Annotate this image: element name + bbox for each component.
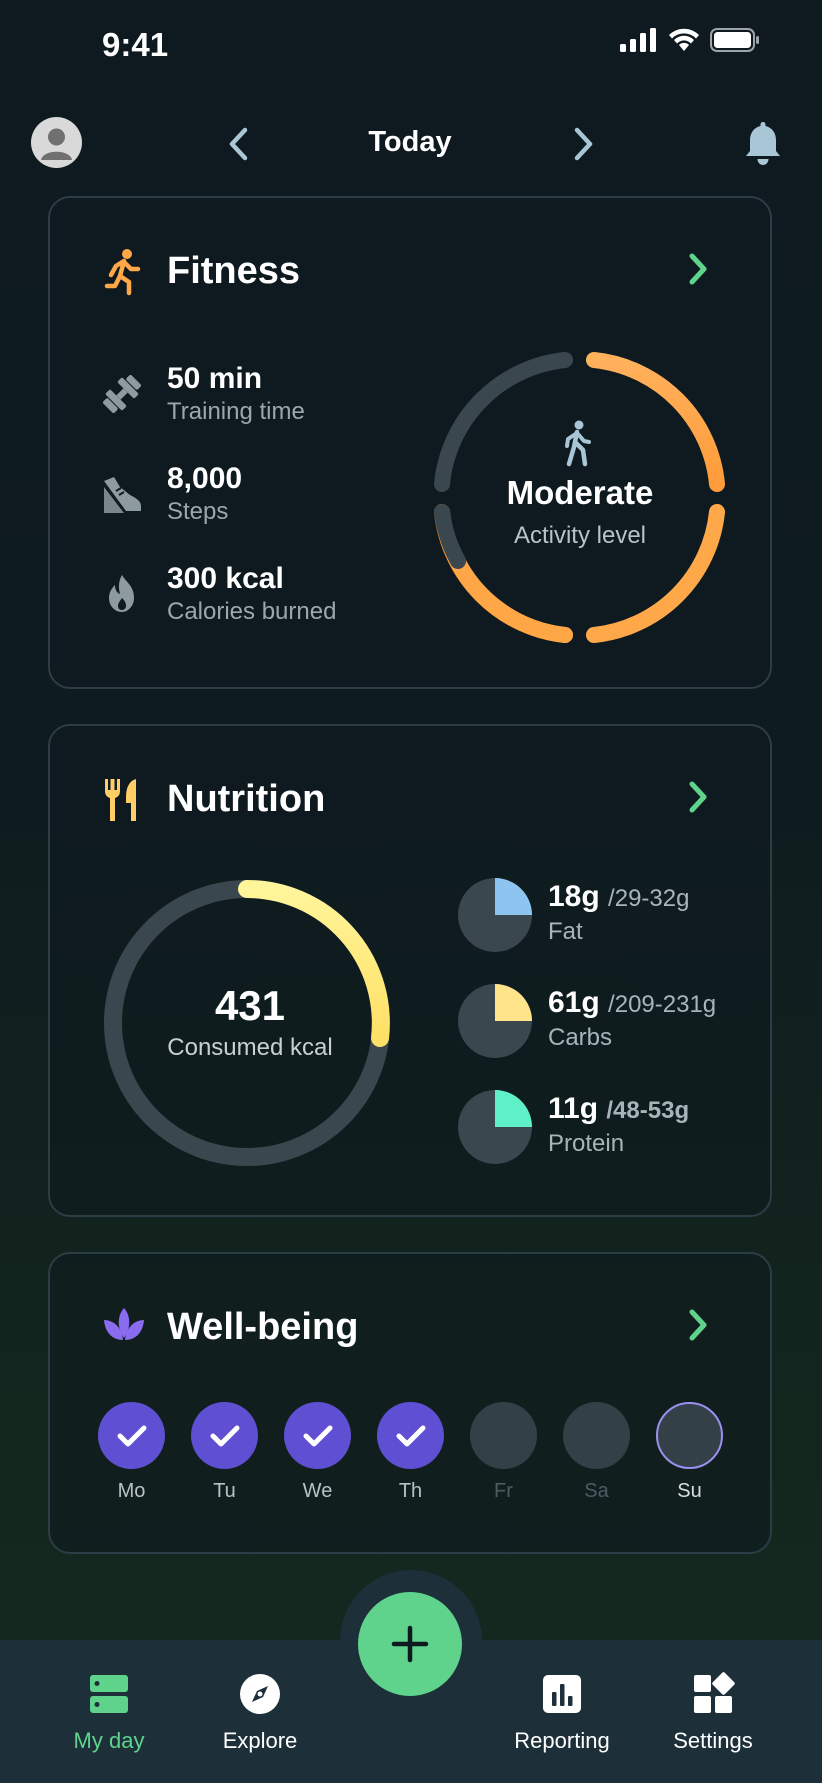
running-icon bbox=[104, 249, 141, 296]
plus-icon bbox=[391, 1625, 429, 1663]
day-fr[interactable] bbox=[470, 1402, 537, 1469]
shoe-icon bbox=[104, 477, 141, 513]
chevron-right-icon[interactable] bbox=[566, 124, 600, 164]
fat-amount: 18g /29-32g bbox=[548, 880, 689, 914]
wellbeing-chevron-icon[interactable] bbox=[682, 1306, 714, 1344]
day-label: We bbox=[302, 1480, 333, 1502]
protein-amount-value: 11g bbox=[548, 1092, 599, 1125]
status-icons bbox=[620, 28, 760, 52]
day-sa[interactable] bbox=[563, 1402, 630, 1469]
fat-label: Fat bbox=[548, 918, 583, 945]
day-label: Fr bbox=[494, 1480, 513, 1502]
lotus-icon bbox=[104, 1308, 144, 1340]
day-th[interactable] bbox=[377, 1402, 444, 1469]
carbs-range: /209-231g bbox=[608, 991, 717, 1018]
bell-icon[interactable] bbox=[740, 119, 786, 167]
nutrition-card[interactable]: Nutrition 431 Consumed kcal 18g /29-32g … bbox=[48, 724, 772, 1217]
tab-reporting[interactable]: Reporting bbox=[492, 1672, 632, 1754]
activity-level-value: Moderate bbox=[506, 474, 654, 511]
dumbbell-icon bbox=[103, 375, 141, 413]
battery-icon bbox=[710, 28, 759, 52]
stat-label: Calories burned bbox=[167, 598, 337, 625]
utensils-icon bbox=[105, 779, 136, 821]
date-title: Today bbox=[368, 126, 452, 158]
carbs-pie-icon bbox=[458, 984, 532, 1058]
protein-range: /48-53g bbox=[606, 1097, 690, 1124]
day-su[interactable] bbox=[656, 1402, 723, 1469]
stat-value: 300 kcal bbox=[167, 562, 284, 595]
fat-amount-value: 18g bbox=[548, 880, 600, 913]
signal-icon bbox=[620, 28, 656, 52]
chevron-left-icon[interactable] bbox=[222, 124, 256, 164]
wifi-icon bbox=[669, 28, 699, 51]
tab-label: Explore bbox=[222, 1728, 298, 1753]
wellbeing-card[interactable]: Well-being Mo Tu We Th Fr Sa Su bbox=[48, 1252, 772, 1554]
tab-explore[interactable]: Explore bbox=[190, 1672, 330, 1754]
avatar[interactable] bbox=[31, 117, 82, 168]
stat-value: 50 min bbox=[167, 362, 263, 395]
tab-my-day[interactable]: My day bbox=[39, 1672, 179, 1754]
carbs-amount-value: 61g bbox=[548, 986, 600, 1019]
consumed-kcal-label: Consumed kcal bbox=[167, 1034, 333, 1061]
check-icon bbox=[210, 1425, 239, 1446]
fitness-chevron-icon[interactable] bbox=[682, 250, 714, 288]
status-time: 9:41 bbox=[102, 26, 169, 63]
nutrition-title: Nutrition bbox=[167, 778, 326, 820]
day-label: Mo bbox=[117, 1480, 146, 1502]
day-label: Sa bbox=[584, 1480, 609, 1502]
carbs-amount: 61g /209-231g bbox=[548, 986, 716, 1020]
user-icon bbox=[41, 128, 72, 160]
day-we[interactable] bbox=[284, 1402, 351, 1469]
tab-label: Reporting bbox=[514, 1728, 610, 1753]
check-icon bbox=[396, 1425, 425, 1446]
protein-pie-icon bbox=[458, 1090, 532, 1164]
tab-settings[interactable]: Settings bbox=[643, 1672, 783, 1754]
compass-icon bbox=[240, 1674, 280, 1714]
stat-label: Training time bbox=[167, 398, 305, 425]
bar-chart-icon bbox=[543, 1675, 581, 1713]
fat-range: /29-32g bbox=[608, 885, 690, 912]
activity-level-label: Activity level bbox=[513, 522, 647, 549]
day-label: Su bbox=[677, 1480, 702, 1502]
add-button[interactable] bbox=[358, 1592, 462, 1696]
carbs-label: Carbs bbox=[548, 1024, 613, 1051]
fat-pie-icon bbox=[458, 878, 532, 952]
protein-label: Protein bbox=[548, 1130, 625, 1157]
day-mo[interactable] bbox=[98, 1402, 165, 1469]
day-label: Tu bbox=[213, 1480, 236, 1502]
day-label: Th bbox=[398, 1480, 423, 1502]
my-day-icon bbox=[90, 1675, 128, 1713]
grid-settings-icon bbox=[694, 1672, 735, 1713]
check-icon bbox=[117, 1425, 146, 1446]
day-tu[interactable] bbox=[191, 1402, 258, 1469]
tab-label: My day bbox=[73, 1728, 145, 1753]
protein-amount: 11g /48-53g bbox=[548, 1092, 689, 1126]
nutrition-chevron-icon[interactable] bbox=[682, 778, 714, 816]
consumed-kcal-value: 431 bbox=[214, 982, 286, 1029]
tab-label: Settings bbox=[673, 1728, 753, 1753]
flame-icon bbox=[109, 575, 134, 612]
fitness-title: Fitness bbox=[167, 250, 301, 292]
stat-value: 8,000 bbox=[167, 462, 243, 495]
check-icon bbox=[303, 1425, 332, 1446]
fitness-card[interactable]: Fitness 50 min Training time 8,000 Steps… bbox=[48, 196, 772, 689]
walking-icon bbox=[565, 420, 591, 467]
stat-label: Steps bbox=[167, 498, 229, 525]
wellbeing-title: Well-being bbox=[167, 1306, 359, 1348]
